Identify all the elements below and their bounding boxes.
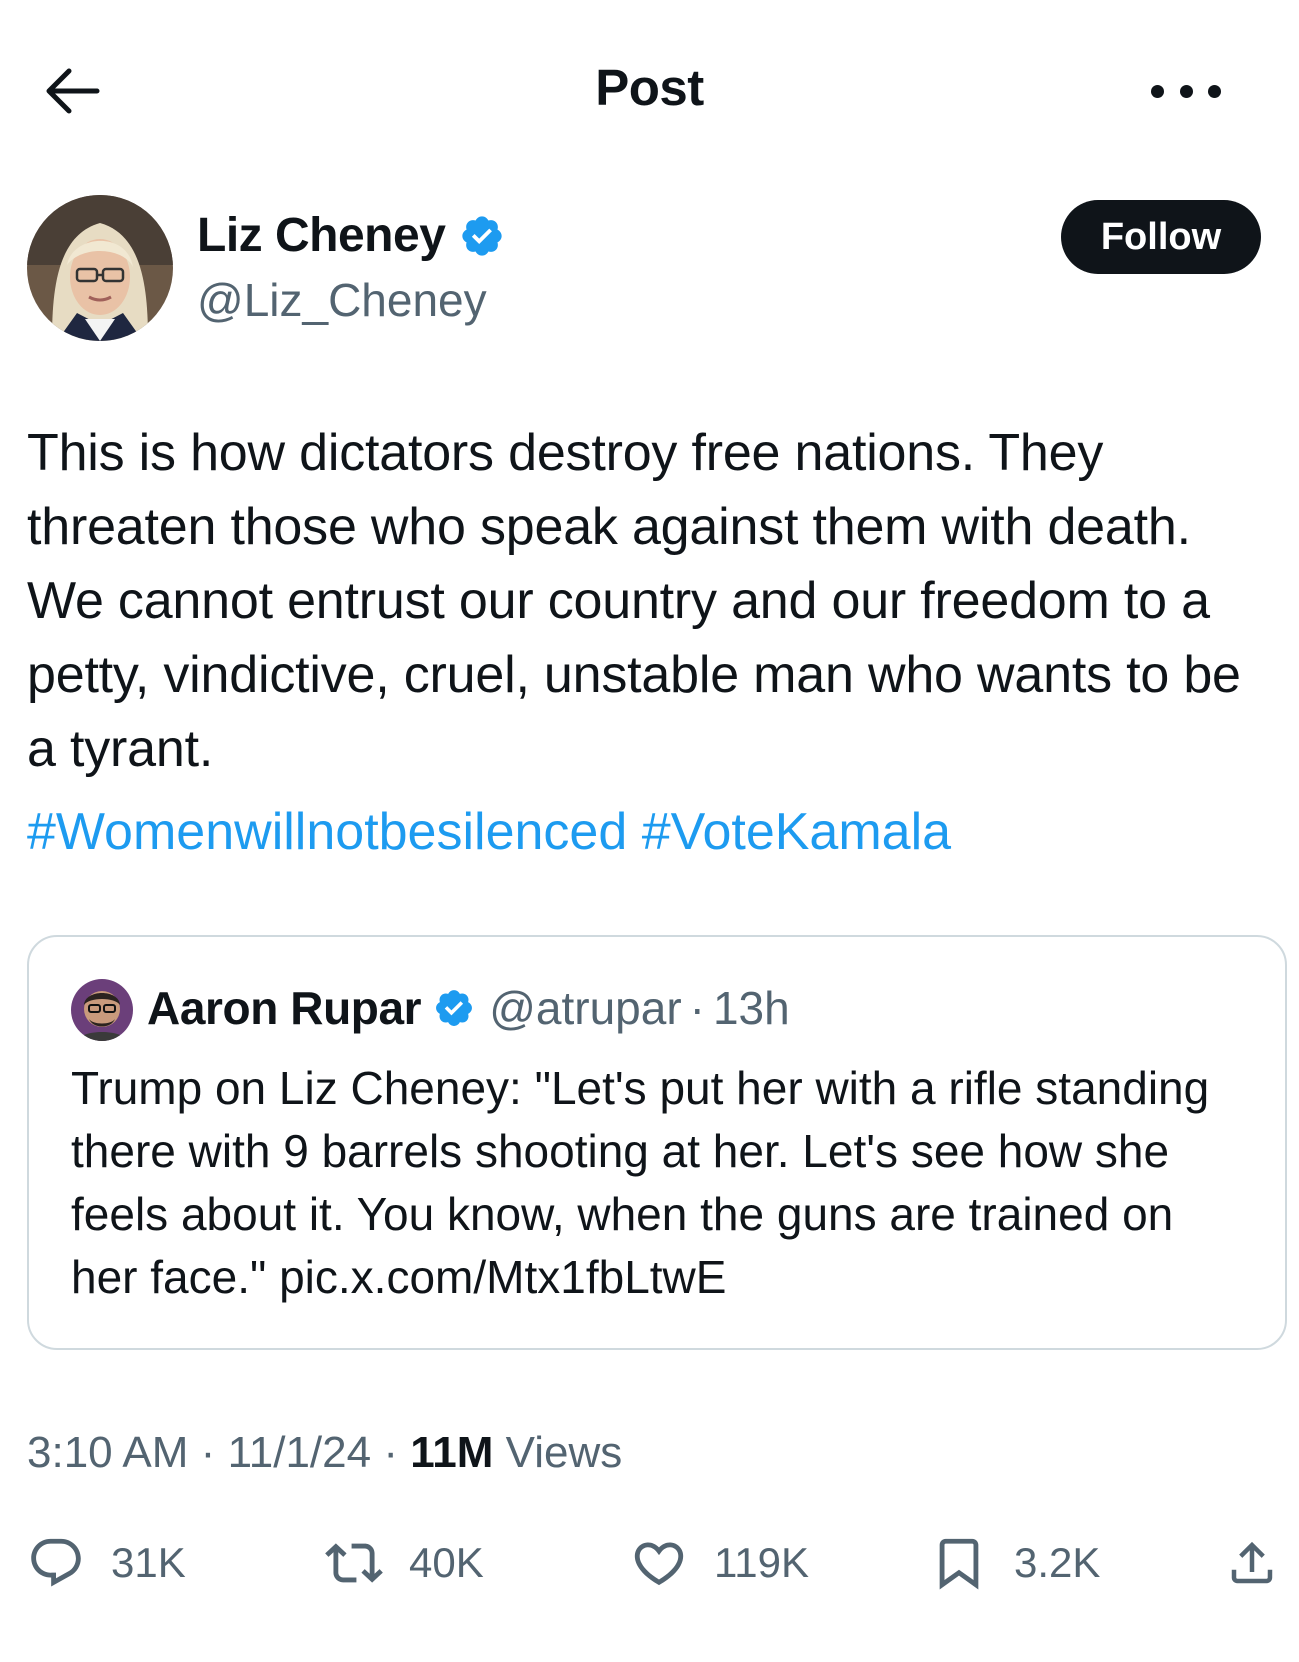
quoted-tweet-card[interactable]: Aaron Rupar @atrupar · 13h Trump on Liz … xyxy=(27,935,1287,1350)
bookmark-icon xyxy=(939,1538,979,1590)
quote-author-avatar xyxy=(71,979,133,1041)
hashtag-link[interactable]: #VoteKamala xyxy=(642,803,951,861)
reply-count: 31K xyxy=(111,1539,186,1586)
verified-badge-icon xyxy=(462,215,503,256)
quote-header: Aaron Rupar @atrupar · 13h xyxy=(147,981,790,1035)
quote-author-name: Aaron Rupar xyxy=(147,982,422,1034)
quote-separator: · xyxy=(689,982,705,1034)
post-page: Post Liz Cheney @Liz_Cheney Follow This … xyxy=(0,0,1299,1662)
like-icon xyxy=(634,1542,684,1586)
follow-button[interactable]: Follow xyxy=(1061,200,1261,274)
verified-badge-icon xyxy=(436,990,473,1026)
views-count: 11M xyxy=(410,1428,494,1477)
tweet-hashtags: #Womenwillnotbesilenced #VoteKamala xyxy=(27,795,951,869)
like-button[interactable]: 119K xyxy=(630,1530,809,1596)
tweet-text: This is how dictators destroy free natio… xyxy=(27,424,1241,778)
quote-author-handle: @atrupar xyxy=(489,982,682,1034)
post-date[interactable]: 11/1/24 xyxy=(228,1428,372,1477)
author-name-row[interactable]: Liz Cheney xyxy=(197,208,505,263)
post-meta: 3:10 AM · 11/1/24 · 11M Views xyxy=(27,1428,622,1478)
share-button[interactable] xyxy=(1225,1530,1279,1596)
author-name: Liz Cheney xyxy=(197,209,446,262)
bookmark-count: 3.2K xyxy=(1014,1539,1101,1586)
quote-text: Trump on Liz Cheney: "Let's put her with… xyxy=(71,1062,1210,1303)
page-title: Post xyxy=(595,59,704,116)
more-icon xyxy=(1151,84,1164,98)
meta-separator: · xyxy=(200,1428,216,1477)
views-label: Views xyxy=(505,1428,623,1477)
like-count: 119K xyxy=(714,1539,809,1586)
share-icon xyxy=(1231,1541,1273,1584)
meta-separator: · xyxy=(383,1428,398,1477)
post-time: 3:10 AM xyxy=(27,1428,189,1477)
repost-button[interactable]: 40K xyxy=(325,1530,484,1596)
reply-icon xyxy=(31,1538,81,1587)
author-handle[interactable]: @Liz_Cheney xyxy=(197,273,487,327)
bookmark-button[interactable]: 3.2K xyxy=(930,1530,1100,1596)
author-avatar[interactable] xyxy=(27,195,173,341)
reply-button[interactable]: 31K xyxy=(27,1530,186,1596)
repost-count: 40K xyxy=(409,1539,484,1586)
more-options-button[interactable] xyxy=(1151,76,1221,106)
quote-timestamp: 13h xyxy=(712,982,790,1034)
repost-icon xyxy=(325,1543,383,1583)
hashtag-link[interactable]: #Womenwillnotbesilenced xyxy=(27,803,627,861)
